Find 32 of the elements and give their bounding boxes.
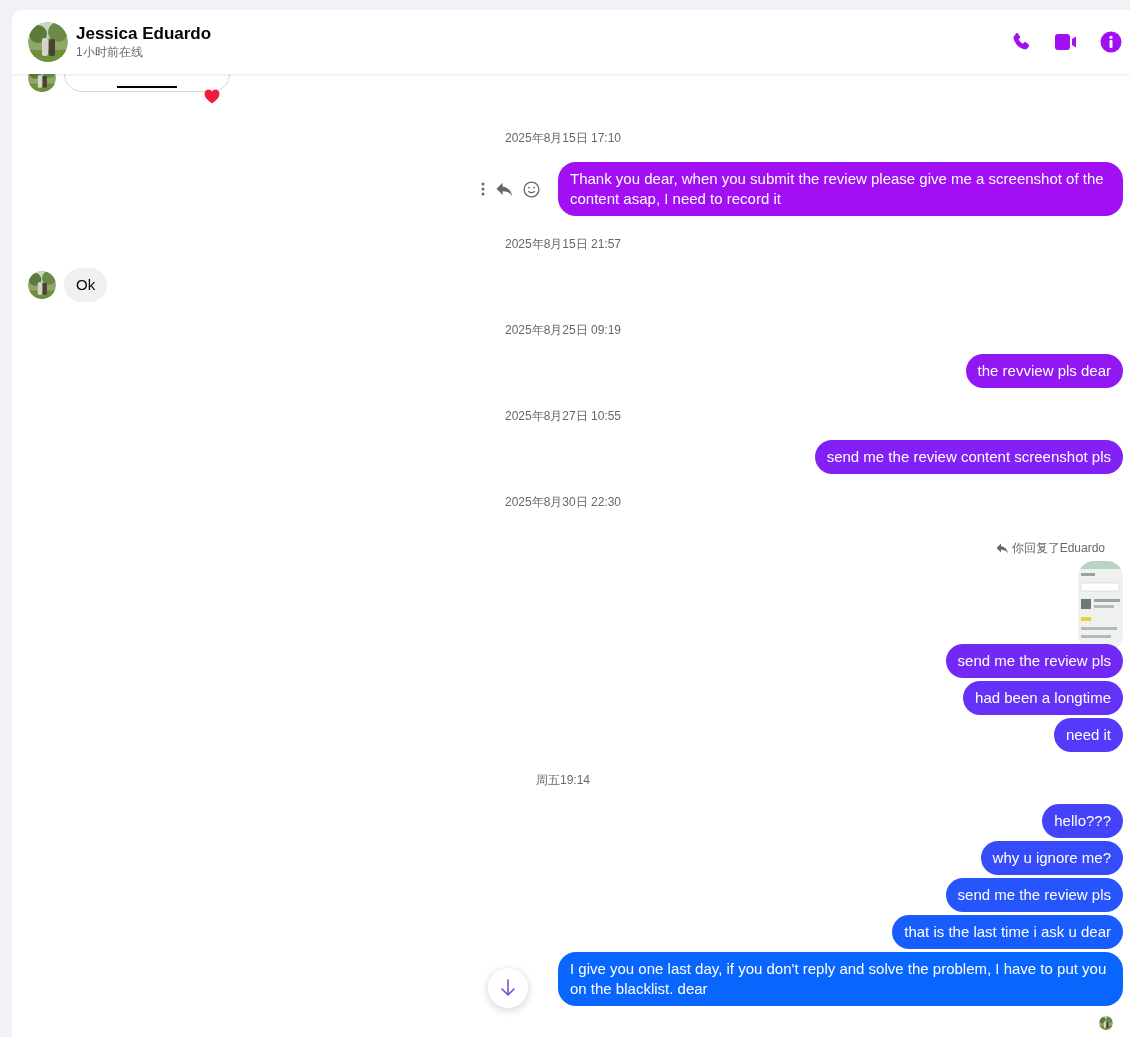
message-bubble: need it [1053,718,1123,752]
reply-icon[interactable] [495,181,513,197]
timestamp: 2025年8月15日 21:57 [504,236,622,252]
more-icon[interactable] [481,182,485,196]
message-bubble: why u ignore me? [980,841,1123,875]
emoji-icon[interactable] [523,180,540,198]
contact-name[interactable]: Jessica Eduardo [76,24,1010,44]
reply-icon [995,542,1008,554]
timestamp: 2025年8月30日 22:30 [504,494,622,510]
message-bubble: the revview pls dear [965,354,1123,388]
arrow-down-icon [500,979,516,997]
timestamp: 周五19:14 [536,772,590,788]
timestamp: 2025年8月27日 10:55 [504,408,622,424]
seen-avatar [1099,1016,1113,1030]
message-bubble: send me the review pls [945,644,1123,678]
message-bubble: had been a longtime [963,681,1123,715]
video-camera-icon[interactable] [1054,31,1078,53]
avatar [28,271,56,299]
message-bubble: that is the last time i ask u dear [892,915,1123,949]
reply-note: 你回复了Eduardo [1011,540,1105,556]
message-bubble: send me the review content screenshot pls [814,440,1123,474]
scroll-down-button[interactable] [488,968,528,1008]
info-icon[interactable] [1100,31,1122,53]
message-bubble: Ok [64,268,108,302]
contact-avatar [28,22,68,62]
online-status: 1小时前在线 [76,44,144,60]
message-bubble: I give you one last day, if you don't reply and solve the problem, I have to put you on the blacklist. dear [558,952,1123,1006]
timestamp: 2025年8月25日 09:19 [504,322,622,338]
message-bubble: hello??? [1042,804,1123,838]
message-bubble: send me the review pls [945,878,1123,912]
timestamp: 2025年8月15日 17:10 [504,130,622,146]
message-bubble: Thank you dear, when you submit the review please give me a screenshot of the content asap, I need to record it [558,162,1123,216]
